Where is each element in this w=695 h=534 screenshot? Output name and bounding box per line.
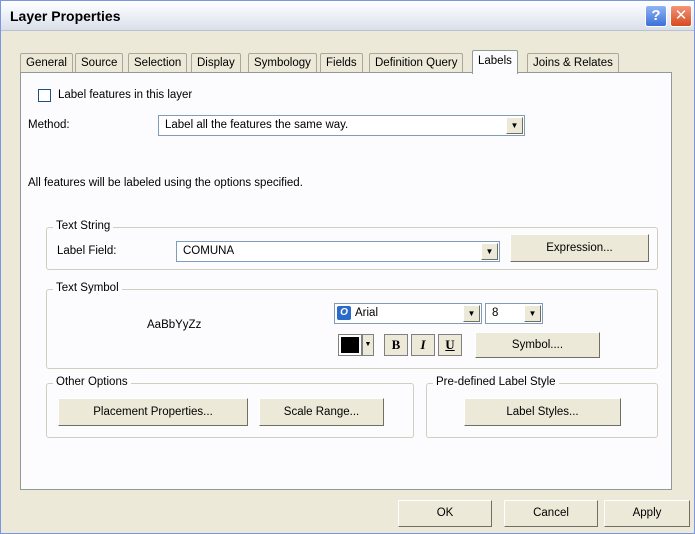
apply-button[interactable]: Apply xyxy=(604,500,690,527)
font-size-dropdown[interactable]: 8 ▼ xyxy=(485,303,543,324)
italic-button[interactable]: I xyxy=(411,334,435,356)
chevron-down-icon[interactable]: ▼ xyxy=(481,243,498,260)
title-bar[interactable]: Layer Properties ? ✕ xyxy=(1,1,694,31)
scale-range-button[interactable]: Scale Range... xyxy=(259,398,384,426)
cancel-button[interactable]: Cancel xyxy=(504,500,598,527)
predefined-label-style-group-title: Pre-defined Label Style xyxy=(433,376,559,388)
chevron-down-icon[interactable]: ▼ xyxy=(524,305,541,322)
method-label: Method: xyxy=(28,119,70,131)
other-options-group-title: Other Options xyxy=(53,376,131,388)
font-value: Arial xyxy=(355,307,379,319)
tab-labels[interactable]: Labels xyxy=(472,50,518,74)
tab-general[interactable]: General xyxy=(20,53,73,73)
method-value: Label all the features the same way. xyxy=(165,119,349,131)
tab-symbology[interactable]: Symbology xyxy=(248,53,317,73)
expression-button[interactable]: Expression... xyxy=(510,234,649,262)
help-icon: ? xyxy=(651,7,661,24)
label-field-value: COMUNA xyxy=(183,245,235,257)
close-button[interactable]: ✕ xyxy=(670,5,692,27)
text-color-dropdown-arrow[interactable]: ▼ xyxy=(362,334,374,356)
ok-button[interactable]: OK xyxy=(398,500,492,527)
font-size-value: 8 xyxy=(492,307,499,319)
window-title: Layer Properties xyxy=(10,8,121,24)
method-dropdown[interactable]: Label all the features the same way. ▼ xyxy=(158,115,525,136)
font-dropdown[interactable]: O Arial ▼ xyxy=(334,303,482,324)
font-preview-text: AaBbYyZz xyxy=(147,319,202,331)
tab-joins-relates[interactable]: Joins & Relates xyxy=(527,53,619,73)
info-text: All features will be labeled using the o… xyxy=(28,177,303,189)
label-field-dropdown[interactable]: COMUNA ▼ xyxy=(176,241,500,262)
text-symbol-group-title: Text Symbol xyxy=(53,282,122,294)
placement-properties-button[interactable]: Placement Properties... xyxy=(58,398,248,426)
bold-button[interactable]: B xyxy=(384,334,408,356)
label-field-label: Label Field: xyxy=(57,245,117,257)
close-icon: ✕ xyxy=(674,7,688,24)
tab-display[interactable]: Display xyxy=(191,53,241,73)
chevron-down-icon[interactable]: ▼ xyxy=(463,305,480,322)
underline-button[interactable]: U xyxy=(438,334,462,356)
label-features-checkbox[interactable] xyxy=(38,89,51,102)
layer-properties-dialog: Layer Properties ? ✕ General Source Sele… xyxy=(0,0,695,534)
symbol-button[interactable]: Symbol.... xyxy=(475,332,600,358)
tab-selection[interactable]: Selection xyxy=(128,53,188,73)
text-color-picker[interactable] xyxy=(338,334,362,356)
chevron-down-icon[interactable]: ▼ xyxy=(506,117,523,134)
text-color-swatch xyxy=(341,337,359,353)
tab-definition-query[interactable]: Definition Query xyxy=(369,53,464,73)
label-styles-button[interactable]: Label Styles... xyxy=(464,398,621,426)
label-features-checkbox-label[interactable]: Label features in this layer xyxy=(58,89,192,101)
text-string-group-title: Text String xyxy=(53,220,114,232)
help-button[interactable]: ? xyxy=(645,5,667,27)
font-icon: O xyxy=(337,306,351,320)
tab-fields[interactable]: Fields xyxy=(320,53,363,73)
tab-source[interactable]: Source xyxy=(75,53,124,73)
